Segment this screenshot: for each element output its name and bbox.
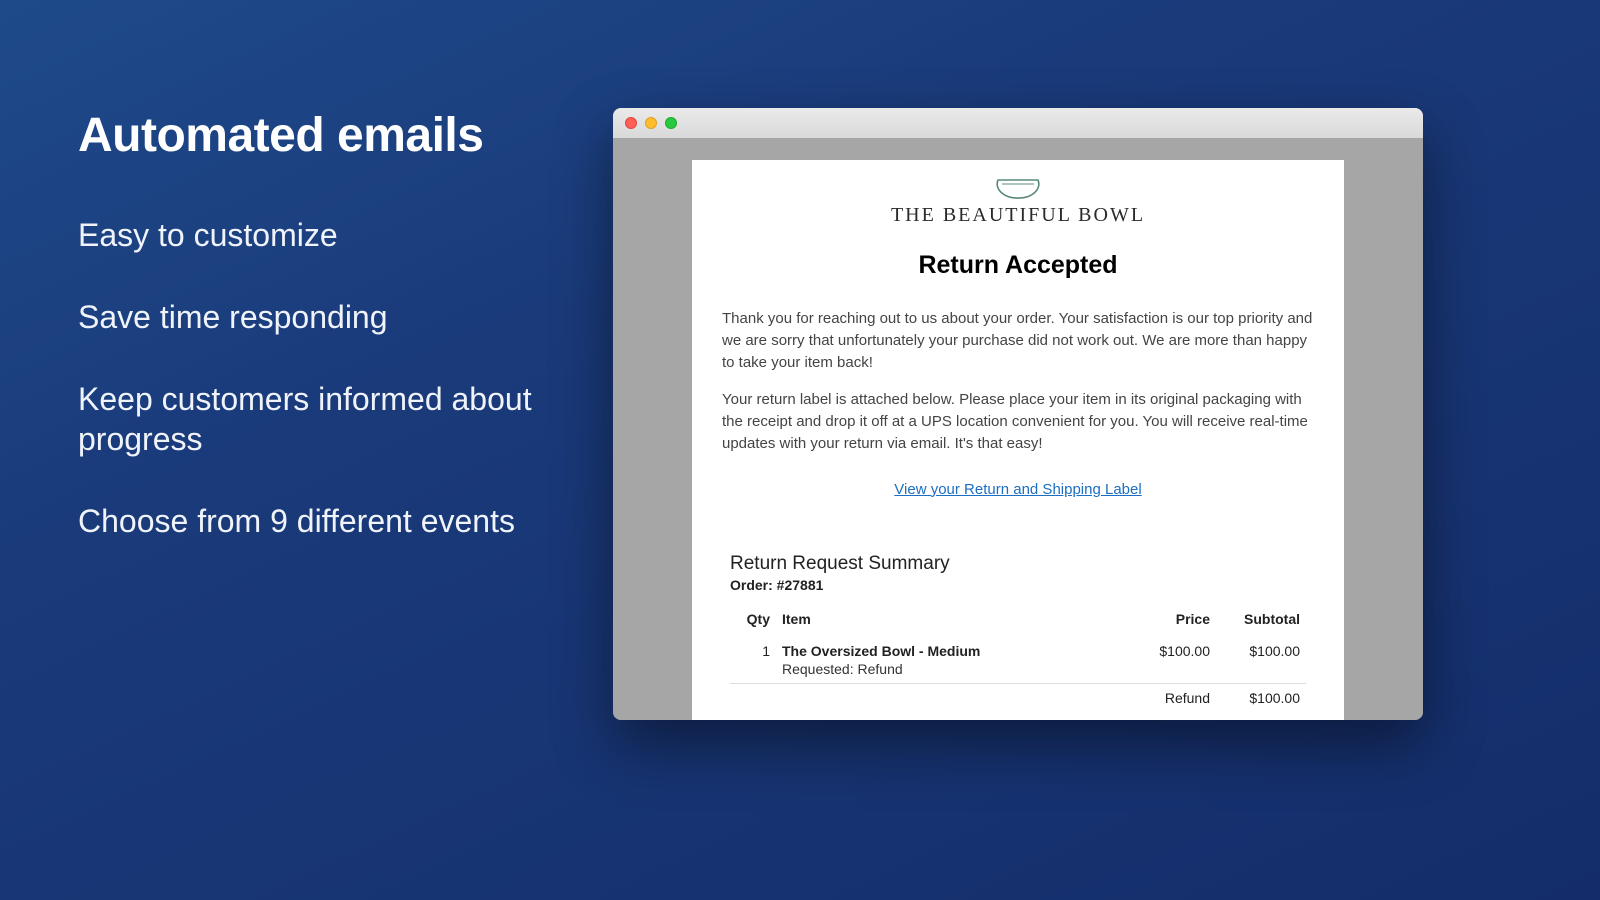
col-price: Price bbox=[1126, 607, 1216, 637]
totals-row: Refund $100.00 bbox=[730, 683, 1306, 712]
col-item: Item bbox=[776, 607, 1126, 637]
email-preview: THE BEAUTIFUL BOWL Return Accepted Thank… bbox=[692, 160, 1344, 720]
marketing-bullet: Save time responding bbox=[78, 297, 578, 337]
email-paragraph: Your return label is attached below. Ple… bbox=[722, 389, 1314, 454]
email-title: Return Accepted bbox=[722, 251, 1314, 280]
browser-viewport: THE BEAUTIFUL BOWL Return Accepted Thank… bbox=[613, 138, 1423, 720]
cell-item: The Oversized Bowl - Medium Requested: R… bbox=[776, 637, 1126, 684]
cell-subtotal: $100.00 bbox=[1216, 637, 1306, 684]
bowl-icon bbox=[996, 178, 1040, 200]
cell-price: $100.00 bbox=[1126, 637, 1216, 684]
slide-stage: Automated emails Easy to customize Save … bbox=[0, 0, 1600, 900]
return-label-link-wrap: View your Return and Shipping Label bbox=[722, 481, 1314, 499]
summary-title: Return Request Summary bbox=[730, 553, 1306, 575]
close-icon[interactable] bbox=[625, 117, 637, 129]
email-paragraph: Thank you for reaching out to us about y… bbox=[722, 308, 1314, 373]
col-subtotal: Subtotal bbox=[1216, 607, 1306, 637]
cell-qty: 1 bbox=[730, 637, 776, 684]
minimize-icon[interactable] bbox=[645, 117, 657, 129]
table-row: 1 The Oversized Bowl - Medium Requested:… bbox=[730, 637, 1306, 684]
item-requested: Requested: Refund bbox=[782, 661, 1120, 677]
brand-block: THE BEAUTIFUL BOWL bbox=[722, 178, 1314, 227]
marketing-copy: Automated emails Easy to customize Save … bbox=[78, 108, 578, 583]
items-table: Qty Item Price Subtotal 1 The Oversized … bbox=[730, 607, 1306, 712]
col-qty: Qty bbox=[730, 607, 776, 637]
return-label-link[interactable]: View your Return and Shipping Label bbox=[894, 481, 1141, 498]
marketing-bullet: Keep customers informed about progress bbox=[78, 379, 578, 459]
marketing-heading: Automated emails bbox=[78, 108, 578, 163]
refund-amount: $100.00 bbox=[1216, 683, 1306, 712]
marketing-bullet: Easy to customize bbox=[78, 215, 578, 255]
table-header-row: Qty Item Price Subtotal bbox=[730, 607, 1306, 637]
zoom-icon[interactable] bbox=[665, 117, 677, 129]
item-name: The Oversized Bowl - Medium bbox=[782, 643, 1120, 659]
browser-window: THE BEAUTIFUL BOWL Return Accepted Thank… bbox=[613, 108, 1423, 720]
order-number: Order: #27881 bbox=[730, 577, 1306, 593]
return-summary: Return Request Summary Order: #27881 Qty… bbox=[722, 553, 1314, 712]
refund-label: Refund bbox=[1126, 683, 1216, 712]
brand-name: THE BEAUTIFUL BOWL bbox=[891, 204, 1145, 227]
marketing-bullet: Choose from 9 different events bbox=[78, 501, 578, 541]
window-titlebar bbox=[613, 108, 1423, 138]
